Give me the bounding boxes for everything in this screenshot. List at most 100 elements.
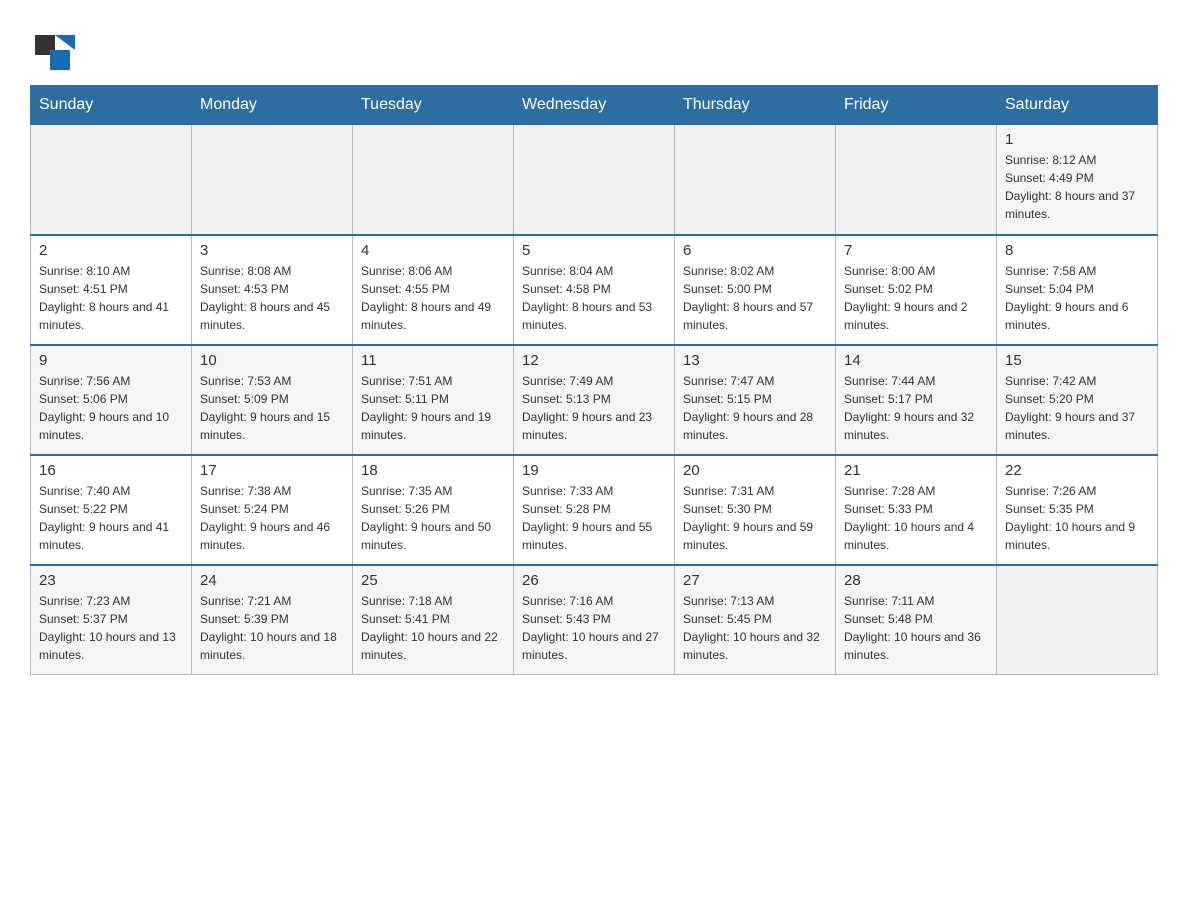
calendar-cell [836, 125, 997, 235]
day-number: 5 [522, 242, 666, 259]
calendar-cell: 28 Sunrise: 7:11 AMSunset: 5:48 PMDayligh… [836, 565, 997, 675]
calendar-cell: 4 Sunrise: 8:06 AMSunset: 4:55 PMDaylight… [353, 235, 514, 345]
calendar-cell [514, 125, 675, 235]
day-info: Sunrise: 8:00 AMSunset: 5:02 PMDaylight:… [844, 262, 988, 334]
day-info: Sunrise: 7:13 AMSunset: 5:45 PMDaylight:… [683, 592, 827, 664]
calendar-cell: 11Sunrise: 7:51 AMSunset: 5:11 PMDayligh… [353, 345, 514, 455]
day-number: 23 [39, 572, 183, 589]
day-info: Sunrise: 7:40 AMSunset: 5:22 PMDaylight:… [39, 482, 183, 554]
day-info: Sunrise: 8:08 AMSunset: 4:53 PMDaylight:… [200, 262, 344, 334]
day-info: Sunrise: 7:58 AMSunset: 5:04 PMDaylight:… [1005, 262, 1149, 334]
calendar-cell: 18 Sunrise: 7:35 AMSunset: 5:26 PMDayligh… [353, 455, 514, 565]
day-info: Sunrise: 7:21 AMSunset: 5:39 PMDaylight:… [200, 592, 344, 664]
calendar-day-header: Tuesday [353, 86, 514, 125]
calendar-day-header: Wednesday [514, 86, 675, 125]
day-info: Sunrise: 7:26 AMSunset: 5:35 PMDaylight:… [1005, 482, 1149, 554]
calendar-cell: 9 Sunrise: 7:56 AMSunset: 5:06 PMDaylight… [31, 345, 192, 455]
day-number: 26 [522, 572, 666, 589]
day-info: Sunrise: 7:53 AMSunset: 5:09 PMDaylight:… [200, 372, 344, 444]
day-info: Sunrise: 7:38 AMSunset: 5:24 PMDaylight:… [200, 482, 344, 554]
calendar-cell: 17 Sunrise: 7:38 AMSunset: 5:24 PMDayligh… [192, 455, 353, 565]
day-info: Sunrise: 7:16 AMSunset: 5:43 PMDaylight:… [522, 592, 666, 664]
calendar-cell: 21 Sunrise: 7:28 AMSunset: 5:33 PMDayligh… [836, 455, 997, 565]
calendar-cell: 3 Sunrise: 8:08 AMSunset: 4:53 PMDaylight… [192, 235, 353, 345]
day-info: Sunrise: 8:12 AMSunset: 4:49 PMDaylight:… [1005, 151, 1149, 223]
day-number: 1 [1005, 131, 1149, 148]
day-info: Sunrise: 8:04 AMSunset: 4:58 PMDaylight:… [522, 262, 666, 334]
calendar-cell: 15 Sunrise: 7:42 AMSunset: 5:20 PMDayligh… [997, 345, 1158, 455]
calendar-cell: 10 Sunrise: 7:53 AMSunset: 5:09 PMDayligh… [192, 345, 353, 455]
day-number: 2 [39, 242, 183, 259]
calendar-cell: 5 Sunrise: 8:04 AMSunset: 4:58 PMDaylight… [514, 235, 675, 345]
day-number: 3 [200, 242, 344, 259]
day-info: Sunrise: 7:11 AMSunset: 5:48 PMDaylight:… [844, 592, 988, 664]
day-number: 11 [361, 352, 505, 369]
day-info: Sunrise: 7:42 AMSunset: 5:20 PMDaylight:… [1005, 372, 1149, 444]
day-number: 10 [200, 352, 344, 369]
calendar-day-header: Friday [836, 86, 997, 125]
day-info: Sunrise: 8:06 AMSunset: 4:55 PMDaylight:… [361, 262, 505, 334]
calendar-cell [675, 125, 836, 235]
calendar-week-row: 9 Sunrise: 7:56 AMSunset: 5:06 PMDaylight… [31, 345, 1158, 455]
logo-icon [30, 30, 75, 75]
day-number: 6 [683, 242, 827, 259]
calendar-cell: 13 Sunrise: 7:47 AMSunset: 5:15 PMDayligh… [675, 345, 836, 455]
day-number: 22 [1005, 462, 1149, 479]
calendar-cell: 26 Sunrise: 7:16 AMSunset: 5:43 PMDayligh… [514, 565, 675, 675]
page-header [30, 20, 1158, 75]
calendar-week-row: 23Sunrise: 7:23 AMSunset: 5:37 PMDayligh… [31, 565, 1158, 675]
calendar-cell: 8 Sunrise: 7:58 AMSunset: 5:04 PMDaylight… [997, 235, 1158, 345]
calendar-header-row: SundayMondayTuesdayWednesdayThursdayFrid… [31, 86, 1158, 125]
calendar-table: SundayMondayTuesdayWednesdayThursdayFrid… [30, 85, 1158, 675]
calendar-cell: 20Sunrise: 7:31 AMSunset: 5:30 PMDayligh… [675, 455, 836, 565]
day-number: 18 [361, 462, 505, 479]
day-number: 15 [1005, 352, 1149, 369]
day-info: Sunrise: 7:35 AMSunset: 5:26 PMDaylight:… [361, 482, 505, 554]
day-info: Sunrise: 7:56 AMSunset: 5:06 PMDaylight:… [39, 372, 183, 444]
day-number: 14 [844, 352, 988, 369]
calendar-day-header: Sunday [31, 86, 192, 125]
calendar-cell: 16 Sunrise: 7:40 AMSunset: 5:22 PMDayligh… [31, 455, 192, 565]
day-number: 24 [200, 572, 344, 589]
calendar-cell: 6 Sunrise: 8:02 AMSunset: 5:00 PMDaylight… [675, 235, 836, 345]
day-info: Sunrise: 8:02 AMSunset: 5:00 PMDaylight:… [683, 262, 827, 334]
calendar-day-header: Thursday [675, 86, 836, 125]
calendar-cell: 12 Sunrise: 7:49 AMSunset: 5:13 PMDayligh… [514, 345, 675, 455]
day-number: 21 [844, 462, 988, 479]
day-info: Sunrise: 7:49 AMSunset: 5:13 PMDaylight:… [522, 372, 666, 444]
day-number: 17 [200, 462, 344, 479]
logo [30, 20, 77, 75]
day-info: Sunrise: 7:18 AMSunset: 5:41 PMDaylight:… [361, 592, 505, 664]
calendar-week-row: 2 Sunrise: 8:10 AMSunset: 4:51 PMDaylight… [31, 235, 1158, 345]
calendar-cell: 19 Sunrise: 7:33 AMSunset: 5:28 PMDayligh… [514, 455, 675, 565]
calendar-cell: 2 Sunrise: 8:10 AMSunset: 4:51 PMDaylight… [31, 235, 192, 345]
calendar-cell: 7 Sunrise: 8:00 AMSunset: 5:02 PMDaylight… [836, 235, 997, 345]
day-info: Sunrise: 7:28 AMSunset: 5:33 PMDaylight:… [844, 482, 988, 554]
calendar-cell: 27 Sunrise: 7:13 AMSunset: 5:45 PMDayligh… [675, 565, 836, 675]
day-info: Sunrise: 7:33 AMSunset: 5:28 PMDaylight:… [522, 482, 666, 554]
day-number: 20 [683, 462, 827, 479]
day-number: 7 [844, 242, 988, 259]
day-number: 27 [683, 572, 827, 589]
calendar-cell [353, 125, 514, 235]
day-info: Sunrise: 8:10 AMSunset: 4:51 PMDaylight:… [39, 262, 183, 334]
calendar-cell: 1 Sunrise: 8:12 AMSunset: 4:49 PMDaylight… [997, 125, 1158, 235]
day-number: 16 [39, 462, 183, 479]
calendar-cell: 14Sunrise: 7:44 AMSunset: 5:17 PMDayligh… [836, 345, 997, 455]
calendar-cell: 25Sunrise: 7:18 AMSunset: 5:41 PMDayligh… [353, 565, 514, 675]
day-info: Sunrise: 7:47 AMSunset: 5:15 PMDaylight:… [683, 372, 827, 444]
calendar-cell [192, 125, 353, 235]
day-number: 4 [361, 242, 505, 259]
day-number: 8 [1005, 242, 1149, 259]
calendar-week-row: 16 Sunrise: 7:40 AMSunset: 5:22 PMDayligh… [31, 455, 1158, 565]
calendar-cell: 24 Sunrise: 7:21 AMSunset: 5:39 PMDayligh… [192, 565, 353, 675]
day-number: 13 [683, 352, 827, 369]
calendar-week-row: 1 Sunrise: 8:12 AMSunset: 4:49 PMDaylight… [31, 125, 1158, 235]
calendar-cell [31, 125, 192, 235]
day-number: 9 [39, 352, 183, 369]
day-number: 12 [522, 352, 666, 369]
calendar-day-header: Monday [192, 86, 353, 125]
day-number: 28 [844, 572, 988, 589]
calendar-day-header: Saturday [997, 86, 1158, 125]
day-number: 19 [522, 462, 666, 479]
